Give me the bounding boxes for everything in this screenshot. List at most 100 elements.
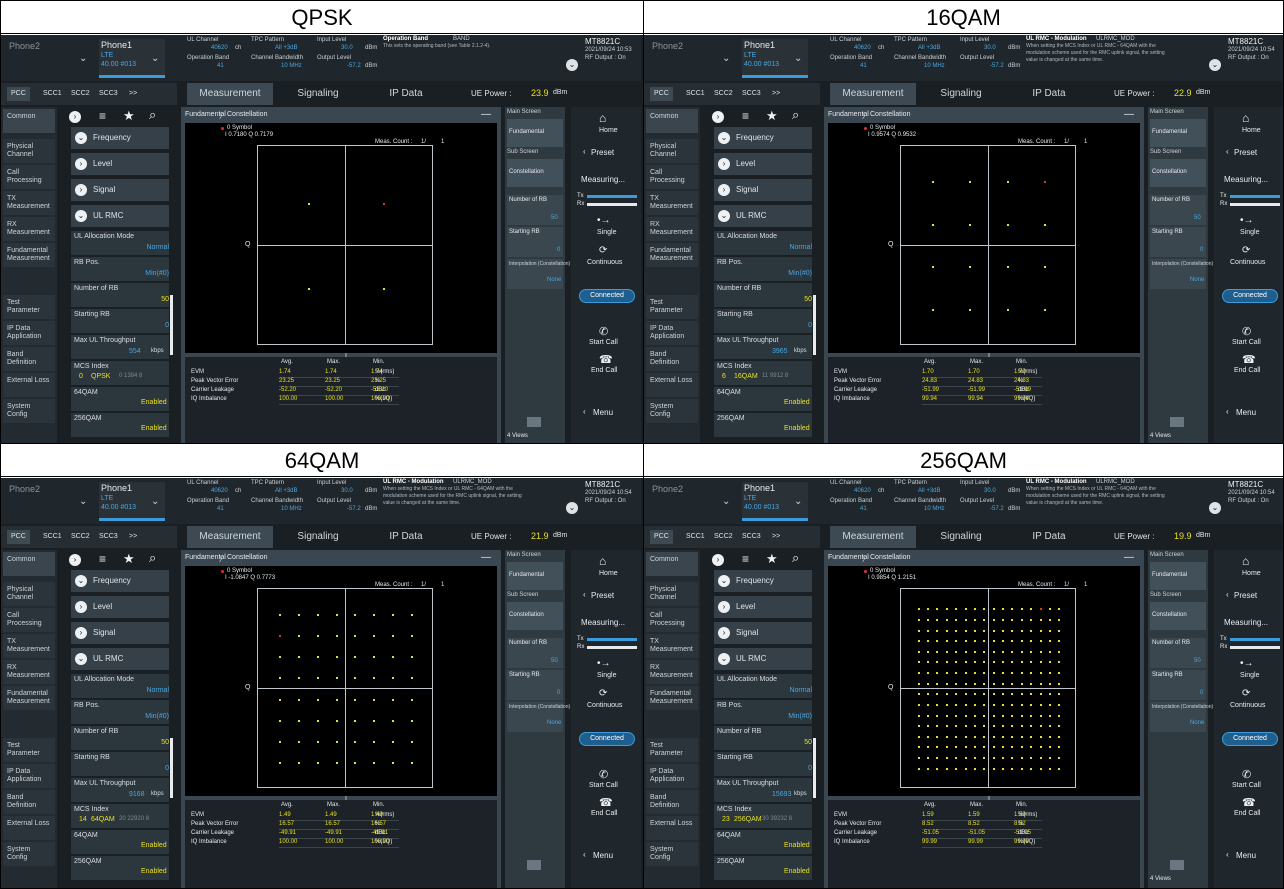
chevron-icon[interactable]: ›	[75, 627, 87, 639]
chevron-icon[interactable]: ⌄	[75, 132, 87, 144]
ca-tab-scc3[interactable]: SCC3	[738, 530, 765, 544]
ca-tab-more[interactable]: >>	[125, 87, 141, 101]
nav-item[interactable]: Test Parameter	[646, 738, 698, 762]
continuous-button[interactable]: Continuous	[587, 702, 622, 709]
list-icon[interactable]: ≡	[99, 552, 106, 566]
single-icon[interactable]: •→	[1240, 658, 1254, 669]
home-icon[interactable]: ⌂	[599, 111, 606, 125]
single-button[interactable]: Single	[1240, 229, 1259, 236]
phone-icon[interactable]: ✆	[599, 768, 608, 781]
phone-icon[interactable]: ✆	[1242, 325, 1251, 338]
minimize-icon[interactable]: —	[1124, 552, 1134, 563]
menu-button[interactable]: Menu	[593, 408, 613, 417]
nav-item[interactable]: RX Measurement	[646, 660, 698, 684]
chevron-icon[interactable]: ⌄	[718, 653, 730, 665]
search-icon[interactable]: ⌕	[149, 107, 156, 123]
start-call-button[interactable]: Start Call	[589, 782, 618, 789]
nav-item[interactable]: RX Measurement	[3, 217, 55, 241]
phone1-label[interactable]: Phone1	[744, 40, 775, 50]
param-value[interactable]: 50	[161, 296, 169, 303]
phone-icon[interactable]: ✆	[599, 325, 608, 338]
tab-ip-data[interactable]: IP Data	[1006, 83, 1092, 105]
menu-button[interactable]: Menu	[1236, 408, 1256, 417]
param-value[interactable]: 40620	[854, 488, 871, 494]
ca-tab-pcc[interactable]: PCC	[7, 530, 30, 544]
views-icon[interactable]	[1170, 860, 1184, 870]
tab-signaling[interactable]: Signaling	[275, 83, 361, 105]
expand-icon[interactable]: ⌄	[566, 59, 578, 71]
breadcrumb-2[interactable]: Constellation	[870, 554, 910, 561]
preset-button[interactable]: Preset	[591, 591, 614, 600]
nav-item[interactable]: Physical Channel	[3, 139, 55, 163]
views-label[interactable]: 4 Views	[1150, 876, 1171, 882]
phone1-label[interactable]: Phone1	[101, 40, 132, 50]
chevron-icon[interactable]: ⌄	[75, 575, 87, 587]
repeat-icon[interactable]: ⟳	[599, 688, 607, 699]
param-value[interactable]: 0	[808, 765, 812, 772]
nav-item[interactable]: IP Data Application	[3, 764, 55, 788]
tab-ip-data[interactable]: IP Data	[1006, 526, 1092, 548]
nav-item[interactable]: Fundamental Measurement	[646, 243, 698, 267]
nav-item[interactable]: External Loss	[646, 373, 698, 397]
home-icon[interactable]: ⌂	[599, 554, 606, 568]
start-call-button[interactable]: Start Call	[589, 339, 618, 346]
nav-item[interactable]: Call Processing	[3, 165, 55, 189]
start-call-button[interactable]: Start Call	[1232, 339, 1261, 346]
param-value[interactable]: 0	[808, 322, 812, 329]
expand-icon[interactable]: ⌄	[566, 502, 578, 514]
nav-item[interactable]: Test Parameter	[646, 295, 698, 319]
ca-tab-pcc[interactable]: PCC	[650, 87, 673, 101]
nav-item[interactable]: Band Definition	[3, 790, 55, 814]
ca-tab-scc2[interactable]: SCC2	[710, 530, 737, 544]
chevron-left-icon[interactable]: ‹	[1226, 590, 1229, 599]
repeat-icon[interactable]: ⟳	[599, 245, 607, 256]
ca-tab-scc1[interactable]: SCC1	[682, 87, 709, 101]
chevron-left-icon[interactable]: ‹	[1226, 850, 1229, 859]
star-icon[interactable]: ★	[123, 108, 135, 124]
breadcrumb-2[interactable]: Constellation	[870, 111, 910, 118]
chevron-down-icon[interactable]: ⌄	[794, 53, 802, 64]
nav-item[interactable]: TX Measurement	[646, 191, 698, 215]
chevron-down-icon[interactable]: ⌄	[722, 496, 730, 507]
chevron-down-icon[interactable]: ⌄	[151, 53, 159, 64]
views-icon[interactable]	[527, 860, 541, 870]
param-value[interactable]: 41	[860, 506, 867, 512]
param-value[interactable]: Min(#0)	[788, 713, 812, 720]
tab-measurement[interactable]: Measurement	[830, 83, 916, 105]
nav-item[interactable]: Fundamental Measurement	[646, 686, 698, 710]
single-icon[interactable]: •→	[1240, 215, 1254, 226]
scrollbar[interactable]	[813, 738, 816, 798]
param-value[interactable]: 10 MHz	[924, 63, 945, 69]
search-icon[interactable]: ⌕	[792, 107, 799, 123]
param-value[interactable]: 50	[804, 739, 812, 746]
single-button[interactable]: Single	[597, 672, 616, 679]
param-value[interactable]: All +3dB	[275, 45, 298, 51]
nav-item[interactable]: External Loss	[646, 816, 698, 840]
chevron-left-icon[interactable]: ‹	[1226, 407, 1229, 416]
expand-icon[interactable]: ⌄	[1209, 59, 1221, 71]
tab-signaling[interactable]: Signaling	[275, 526, 361, 548]
param-value[interactable]: 10 MHz	[924, 506, 945, 512]
preset-button[interactable]: Preset	[1234, 148, 1257, 157]
home-label[interactable]: Home	[599, 127, 618, 134]
preset-button[interactable]: Preset	[1234, 591, 1257, 600]
home-label[interactable]: Home	[599, 570, 618, 577]
param-value[interactable]: 0	[165, 765, 169, 772]
arrow-right-icon[interactable]: ›	[69, 111, 81, 123]
preset-button[interactable]: Preset	[591, 148, 614, 157]
tab-measurement[interactable]: Measurement	[830, 526, 916, 548]
nav-item[interactable]: External Loss	[3, 373, 55, 397]
param-value[interactable]: 40620	[854, 45, 871, 51]
minimize-icon[interactable]: —	[481, 109, 491, 120]
nav-item[interactable]: Common	[646, 109, 698, 133]
chevron-icon[interactable]: ›	[75, 158, 87, 170]
chevron-down-icon[interactable]: ⌄	[79, 496, 87, 507]
param-value[interactable]: 30.0	[341, 488, 353, 494]
home-label[interactable]: Home	[1242, 127, 1261, 134]
arrow-right-icon[interactable]: ›	[69, 554, 81, 566]
chevron-icon[interactable]: ⌄	[75, 653, 87, 665]
nav-item[interactable]: IP Data Application	[646, 764, 698, 788]
search-icon[interactable]: ⌕	[792, 550, 799, 566]
chevron-icon[interactable]: ›	[718, 158, 730, 170]
single-button[interactable]: Single	[1240, 672, 1259, 679]
